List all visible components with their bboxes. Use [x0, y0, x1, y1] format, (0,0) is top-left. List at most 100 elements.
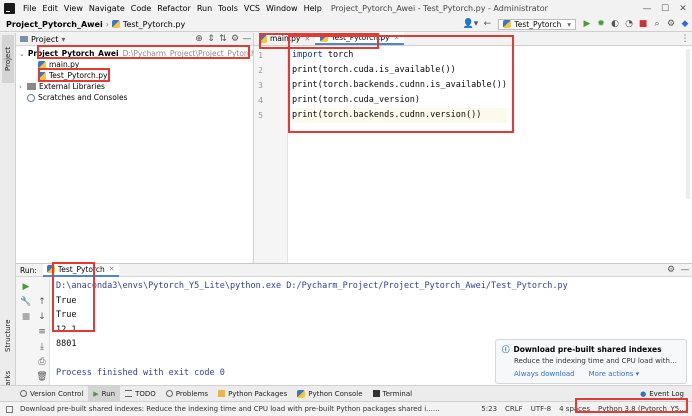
menu-view[interactable]: View	[61, 4, 86, 13]
python-file-icon	[320, 33, 329, 42]
python-interpreter[interactable]: Python 3.8 (Pytorch_Y5_Lite)	[594, 405, 692, 413]
run-settings-gear-icon[interactable]: ⚙	[664, 264, 678, 276]
more-actions-link[interactable]: More actions ▾	[589, 370, 640, 378]
code-line[interactable]: print(torch.cuda.is_available())	[292, 63, 507, 78]
run-play-icon[interactable]: ▶	[580, 18, 594, 30]
console-command: D:\anaconda3\envs\Pytorch_Y5_Lite\python…	[56, 281, 568, 291]
coverage-icon[interactable]: ◐	[608, 18, 622, 30]
menu-tools[interactable]: Tools	[215, 4, 241, 13]
line-number: 1	[258, 51, 263, 60]
code-line-current[interactable]: print(torch.backends.cudnn.version())	[292, 108, 507, 123]
collapse-all-icon[interactable]: ⇕	[205, 33, 217, 45]
print-icon[interactable]: ⎙	[36, 356, 48, 368]
python-file-icon	[111, 20, 120, 28]
profile-icon[interactable]: ◔	[622, 18, 636, 30]
soft-wrap-icon[interactable]: ≡	[36, 326, 48, 338]
list-icon	[125, 390, 133, 397]
chevron-down-icon[interactable]: ▾	[61, 35, 65, 44]
scroll-down-icon[interactable]: ↓	[36, 311, 48, 323]
tab-test-pytorch-py[interactable]: Test_Pytorch.py ✕	[315, 32, 405, 45]
tab-main-py[interactable]: main.py ✕	[254, 32, 315, 45]
tool-tab-run[interactable]: ▶ Run	[88, 385, 121, 402]
editor-scrollbar[interactable]	[686, 49, 690, 199]
code-text: print(torch.backends.cudnn.is_available(…	[292, 80, 507, 90]
line-separator[interactable]: CRLF	[501, 405, 527, 413]
breadcrumb-file[interactable]: Test_Pytorch.py	[123, 20, 185, 29]
maximize-icon[interactable]: ☐	[656, 3, 674, 15]
breadcrumb-project[interactable]: Project_Pytorch_Awei	[0, 20, 103, 29]
menu-help[interactable]: Help	[301, 4, 325, 13]
menu-navigate[interactable]: Navigate	[86, 4, 128, 13]
tool-tab-project[interactable]: Project	[2, 35, 14, 83]
tree-item-main-py[interactable]: main.py	[16, 59, 253, 70]
scroll-to-end-icon[interactable]: ⤓	[36, 341, 48, 353]
stop-icon[interactable]: ■	[20, 311, 32, 323]
menu-run[interactable]: Run	[194, 4, 215, 13]
close-tab-icon[interactable]: ✕	[394, 34, 400, 42]
tree-root-project[interactable]: ⌄ Project_Pytorch_Awei D:\Pycharm_Projec…	[16, 48, 277, 59]
stop-icon[interactable]: ■	[636, 18, 650, 30]
tool-tab-version-control[interactable]: Version Control	[0, 386, 88, 402]
menu-file[interactable]: File	[20, 4, 39, 13]
hide-panel-icon[interactable]: —	[678, 264, 692, 276]
menu-edit[interactable]: Edit	[39, 4, 61, 13]
tool-tab-terminal[interactable]: Terminal	[368, 386, 418, 402]
rerun-icon[interactable]: ▶	[20, 281, 32, 293]
tree-item-scratches[interactable]: Scratches and Consoles	[16, 92, 253, 103]
code-area[interactable]: import torch print(torch.cuda.is_availab…	[292, 48, 507, 123]
expand-icon[interactable]: ⇅	[217, 33, 229, 45]
back-arrow-icon[interactable]: ←	[480, 18, 494, 30]
menu-window[interactable]: Window	[263, 4, 301, 13]
always-download-link[interactable]: Always download	[514, 370, 575, 378]
run-config-selector[interactable]: Test_Pytorch ▾	[498, 18, 576, 30]
run-panel-header: Run: Test_Pytorch ✕ ⚙ —	[16, 263, 692, 277]
console-output[interactable]: D:\anaconda3\envs\Pytorch_Y5_Lite\python…	[56, 279, 568, 381]
expand-arrow-icon[interactable]: ⌄	[19, 50, 25, 58]
close-tab-icon[interactable]: ✕	[109, 265, 115, 273]
close-tab-icon[interactable]: ✕	[304, 35, 310, 43]
trash-icon[interactable]: 🗑	[36, 371, 48, 383]
wrench-icon[interactable]: 🔧	[20, 296, 32, 308]
caret-position[interactable]: 5:23	[477, 405, 501, 413]
tool-tab-python-packages[interactable]: Python Packages	[213, 386, 292, 402]
tool-tab-structure[interactable]: Structure	[2, 311, 14, 361]
menu-code[interactable]: Code	[128, 4, 154, 13]
code-line[interactable]: print(torch.backends.cudnn.is_available(…	[292, 78, 507, 93]
window-title: Project_Pytorch_Awei - Test_Pytorch.py -…	[330, 4, 548, 13]
tool-tab-problems[interactable]: Problems	[161, 386, 213, 402]
run-tab-test-pytorch[interactable]: Test_Pytorch ✕	[42, 263, 119, 277]
code-line[interactable]: import torch	[292, 48, 507, 63]
navigation-bar: Project_Pytorch_Awei › Test_Pytorch.py 👤…	[0, 17, 692, 32]
status-toggle-icon[interactable]	[6, 405, 13, 413]
scroll-up-icon[interactable]: ↑	[36, 296, 48, 308]
tab-options-icon[interactable]: ⋮	[678, 32, 692, 45]
project-header-label[interactable]: Project	[31, 35, 58, 44]
tool-tab-todo[interactable]: TODO	[120, 386, 161, 402]
tab-label: Terminal	[382, 389, 413, 398]
tab-label: Test_Pytorch.py	[331, 33, 390, 42]
file-encoding[interactable]: UTF-8	[527, 405, 555, 413]
tree-item-test-pytorch-py[interactable]: Test_Pytorch.py	[16, 70, 253, 81]
menu-vcs[interactable]: VCS	[241, 4, 263, 13]
settings-gear-icon[interactable]: ⚙	[664, 18, 678, 30]
tool-tab-python-console[interactable]: Python Console	[292, 386, 367, 402]
hide-panel-icon[interactable]: —	[241, 33, 253, 45]
collapse-arrow-icon[interactable]: ›	[19, 83, 27, 91]
menu-refactor[interactable]: Refactor	[154, 4, 194, 13]
run-toolbar: ▶ 🔧 ■ ↑ ↓ ≡ ⤓ ⎙ 🗑	[16, 277, 50, 386]
add-user-icon[interactable]: 👤▾	[460, 18, 480, 30]
debug-bug-icon[interactable]: ✹	[594, 18, 608, 30]
search-icon[interactable]: ⌕	[650, 18, 664, 30]
tool-tab-event-log[interactable]: ● Event Log	[635, 386, 692, 402]
indent-setting[interactable]: 4 spaces	[555, 405, 594, 413]
minimize-icon[interactable]: —	[638, 3, 656, 15]
options-gear-icon[interactable]: ⚙	[229, 33, 241, 45]
code-line[interactable]: print(torch.cuda_version)	[292, 93, 507, 108]
close-window-icon[interactable]: ✕	[674, 3, 692, 15]
ide-logo-icon[interactable]: ◆	[678, 18, 692, 30]
status-message[interactable]: Download pre-built shared indexes: Reduc…	[16, 405, 444, 413]
locate-icon[interactable]: ⊕	[193, 33, 205, 45]
tree-item-external-libraries[interactable]: › External Libraries	[16, 81, 253, 92]
python-console-icon	[297, 389, 306, 398]
tab-label: Python Console	[308, 389, 363, 398]
